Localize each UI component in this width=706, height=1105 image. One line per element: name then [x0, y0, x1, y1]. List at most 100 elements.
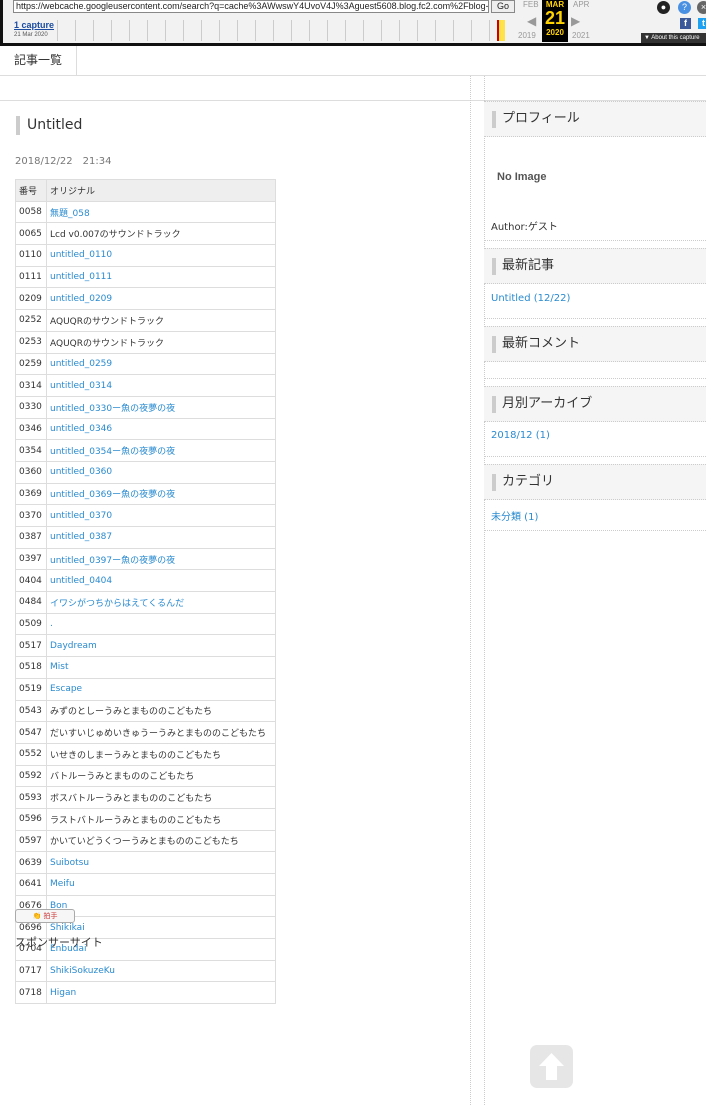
track-number: 0596	[15, 807, 47, 831]
table-row: 0641 Meifu	[15, 873, 276, 896]
track-number: 0593	[15, 786, 47, 809]
table-row: 0369 untitled_0369ー魚の夜夢の夜	[15, 482, 276, 506]
track-title-link[interactable]: untitled_0354ー魚の夜夢の夜	[46, 439, 276, 462]
recent-title: 最新記事	[502, 258, 555, 273]
track-title-link[interactable]: untitled_0330ー魚の夜夢の夜	[46, 395, 276, 419]
track-number: 0110	[15, 244, 47, 267]
track-title-link[interactable]: untitled_0346	[46, 417, 276, 441]
left-arrow-icon[interactable]: ◀	[527, 14, 536, 28]
profile-author: Author:ゲスト	[491, 222, 558, 233]
track-number: 0717	[15, 959, 47, 983]
table-row: 0592 バトルーうみとまもののこどもたち	[15, 764, 276, 788]
table-header-row: 番号 オリジナル	[15, 179, 276, 202]
table-row: 0397 untitled_0397ー魚の夜夢の夜	[15, 547, 276, 571]
track-number: 0360	[15, 460, 47, 484]
table-row: 0543 みずのとしーうみとまもののこどもたち	[15, 699, 276, 723]
help-icon[interactable]: ?	[678, 1, 691, 14]
table-row: 0370 untitled_0370	[15, 504, 276, 527]
track-number: 0543	[15, 699, 47, 723]
category-link[interactable]: 未分類 (1)	[491, 508, 538, 523]
next-month-label[interactable]: APR	[573, 0, 589, 9]
table-row: 0596 ラストバトルーうみとまもののこどもたち	[15, 807, 276, 831]
table-row: 0717 ShikiSokuzeKu	[15, 959, 276, 983]
capture-sparkline[interactable]	[53, 20, 513, 41]
track-title-link[interactable]: ShikiSokuzeKu	[46, 959, 276, 983]
track-title-link[interactable]: untitled_0360	[46, 460, 276, 484]
header-stripe	[0, 76, 706, 101]
header-bar	[492, 111, 496, 128]
track-number: 0330	[15, 395, 47, 419]
track-title-link[interactable]: イワシがつちからはえてくるんだ	[46, 591, 276, 614]
facebook-icon[interactable]: f	[680, 18, 691, 29]
column-header-number: 番号	[15, 179, 47, 202]
track-title-link[interactable]: Meifu	[46, 873, 276, 896]
track-title-link[interactable]: untitled_0397ー魚の夜夢の夜	[46, 547, 276, 571]
track-title-link[interactable]: Mist	[46, 656, 276, 679]
right-arrow-icon[interactable]: ▶	[571, 14, 580, 28]
track-title-link[interactable]: Bon	[46, 894, 276, 918]
sparkline-tick	[147, 20, 148, 41]
sparkline-tick	[345, 20, 346, 41]
blog-nav: 記事一覧	[0, 46, 706, 76]
track-title-link[interactable]: untitled_0387	[46, 526, 276, 549]
section-divider	[484, 240, 706, 241]
track-title-link[interactable]: untitled_0111	[46, 265, 276, 289]
scroll-to-top-button[interactable]	[530, 1045, 573, 1088]
capture-count-link[interactable]: 1 capture	[14, 20, 54, 30]
close-icon[interactable]: ×	[697, 1, 706, 14]
track-title-link[interactable]: untitled_0209	[46, 287, 276, 311]
sparkline-tick	[309, 20, 310, 41]
track-title-link[interactable]: untitled_0314	[46, 374, 276, 397]
user-icon[interactable]: ●	[657, 1, 670, 14]
next-year-label[interactable]: 2021	[572, 31, 590, 40]
track-title-link[interactable]: Suibotsu	[46, 851, 276, 874]
sparkline-tick	[399, 20, 400, 41]
track-title: ラストバトルーうみとまもののこどもたち	[46, 807, 276, 831]
post-date: 2018/12/22 21:34	[15, 156, 112, 167]
table-row: 0252 AQUQRのサウンドトラック	[15, 309, 276, 332]
recent-article-link[interactable]: Untitled (12/22)	[491, 293, 570, 304]
track-number: 0111	[15, 265, 47, 289]
prev-month-label[interactable]: FEB	[523, 0, 539, 9]
track-title: AQUQRのサウンドトラック	[46, 330, 276, 354]
track-title-link[interactable]: .	[46, 612, 276, 636]
archive-link[interactable]: 2018/12 (1)	[491, 430, 550, 441]
wayback-url-input[interactable]: https://webcache.googleusercontent.com/s…	[13, 0, 489, 13]
sparkline-tick	[327, 20, 328, 41]
table-row: 0314 untitled_0314	[15, 374, 276, 397]
sparkline-tick	[381, 20, 382, 41]
track-number: 0404	[15, 569, 47, 593]
profile-no-image: No Image	[497, 171, 547, 183]
track-title-link[interactable]: untitled_0404	[46, 569, 276, 593]
table-row: 0330 untitled_0330ー魚の夜夢の夜	[15, 395, 276, 419]
section-divider	[484, 378, 706, 379]
track-title-link[interactable]: untitled_0370	[46, 504, 276, 527]
track-title-link[interactable]: Higan	[46, 981, 276, 1005]
clap-icon: 👏	[32, 912, 42, 920]
track-number: 0209	[15, 287, 47, 311]
sparkline-tick	[363, 20, 364, 41]
sparkline-tick	[57, 20, 58, 41]
track-number: 0484	[15, 591, 47, 614]
track-number: 0252	[15, 309, 47, 332]
current-year: 2020	[546, 28, 564, 37]
prev-year-label[interactable]: 2019	[518, 31, 536, 40]
section-divider	[484, 318, 706, 319]
wayback-go-button[interactable]: Go	[491, 0, 515, 13]
sparkline-tick	[291, 20, 292, 41]
track-title-link[interactable]: untitled_0369ー魚の夜夢の夜	[46, 482, 276, 506]
article-list-link[interactable]: 記事一覧	[0, 46, 77, 75]
archive-title: 月別アーカイブ	[502, 396, 593, 411]
track-title-link[interactable]: Daydream	[46, 634, 276, 658]
track-title-link[interactable]: untitled_0110	[46, 244, 276, 267]
clap-button[interactable]: 👏 拍手	[15, 909, 75, 923]
table-row: 0065 Lcd v0.007のサウンドトラック	[15, 222, 276, 246]
track-table: 番号 オリジナル 0058 無題_058 0065 Lcd v0.007のサウンドトラ…	[15, 179, 276, 1005]
track-number: 0718	[15, 981, 47, 1005]
track-title: ボスバトルーうみとまもののこどもたち	[46, 786, 276, 809]
track-title-link[interactable]: Escape	[46, 677, 276, 701]
twitter-icon[interactable]: t	[698, 18, 706, 29]
track-title-link[interactable]: untitled_0259	[46, 352, 276, 376]
track-title-link[interactable]: 無題_058	[46, 200, 276, 224]
about-capture-button[interactable]: ▼ About this capture	[641, 33, 706, 43]
